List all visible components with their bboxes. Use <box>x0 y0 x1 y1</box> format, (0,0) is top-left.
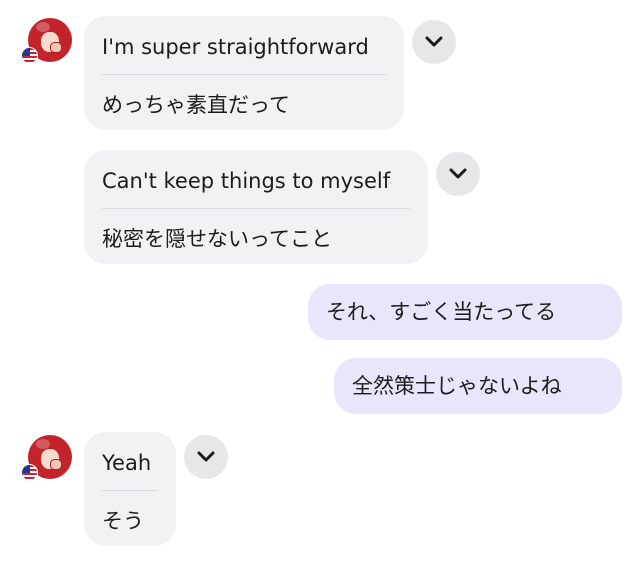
message-translation: そう <box>102 509 144 533</box>
avatar-hair <box>36 22 50 32</box>
chevron-down-icon <box>425 36 443 47</box>
message-translation: めっちゃ素直だって <box>102 93 290 117</box>
message-divider <box>102 208 410 209</box>
avatar <box>21 435 72 481</box>
message-text: それ、すごく当たってる <box>326 300 557 324</box>
translation-toggle-button[interactable] <box>412 20 456 64</box>
avatar-hand <box>50 459 62 470</box>
assistant-message-bubble: Can't keep things to myself 秘密を隠せないってこと <box>84 150 428 264</box>
message-text: Yeah <box>102 451 152 475</box>
message-text: 全然策士じゃないよね <box>352 374 562 398</box>
assistant-message-bubble: I'm super straightforward めっちゃ素直だって <box>84 16 404 130</box>
message-text: Can't keep things to myself <box>102 169 391 193</box>
avatar <box>21 18 72 64</box>
user-message-bubble: 全然策士じゃないよね <box>334 358 622 414</box>
chevron-down-icon <box>449 168 467 179</box>
message-divider <box>102 490 158 491</box>
translation-toggle-button[interactable] <box>184 435 228 479</box>
message-translation: 秘密を隠せないってこと <box>102 227 332 251</box>
message-text: I'm super straightforward <box>102 35 369 59</box>
translation-toggle-button[interactable] <box>436 152 480 196</box>
chevron-down-icon <box>197 451 215 462</box>
user-message-bubble: それ、すごく当たってる <box>308 284 622 340</box>
message-divider <box>102 74 386 75</box>
avatar-hand <box>50 42 62 53</box>
assistant-message-bubble: Yeah そう <box>84 432 176 546</box>
us-flag-icon <box>21 47 38 64</box>
avatar-hair <box>36 439 50 449</box>
us-flag-icon <box>21 464 38 481</box>
